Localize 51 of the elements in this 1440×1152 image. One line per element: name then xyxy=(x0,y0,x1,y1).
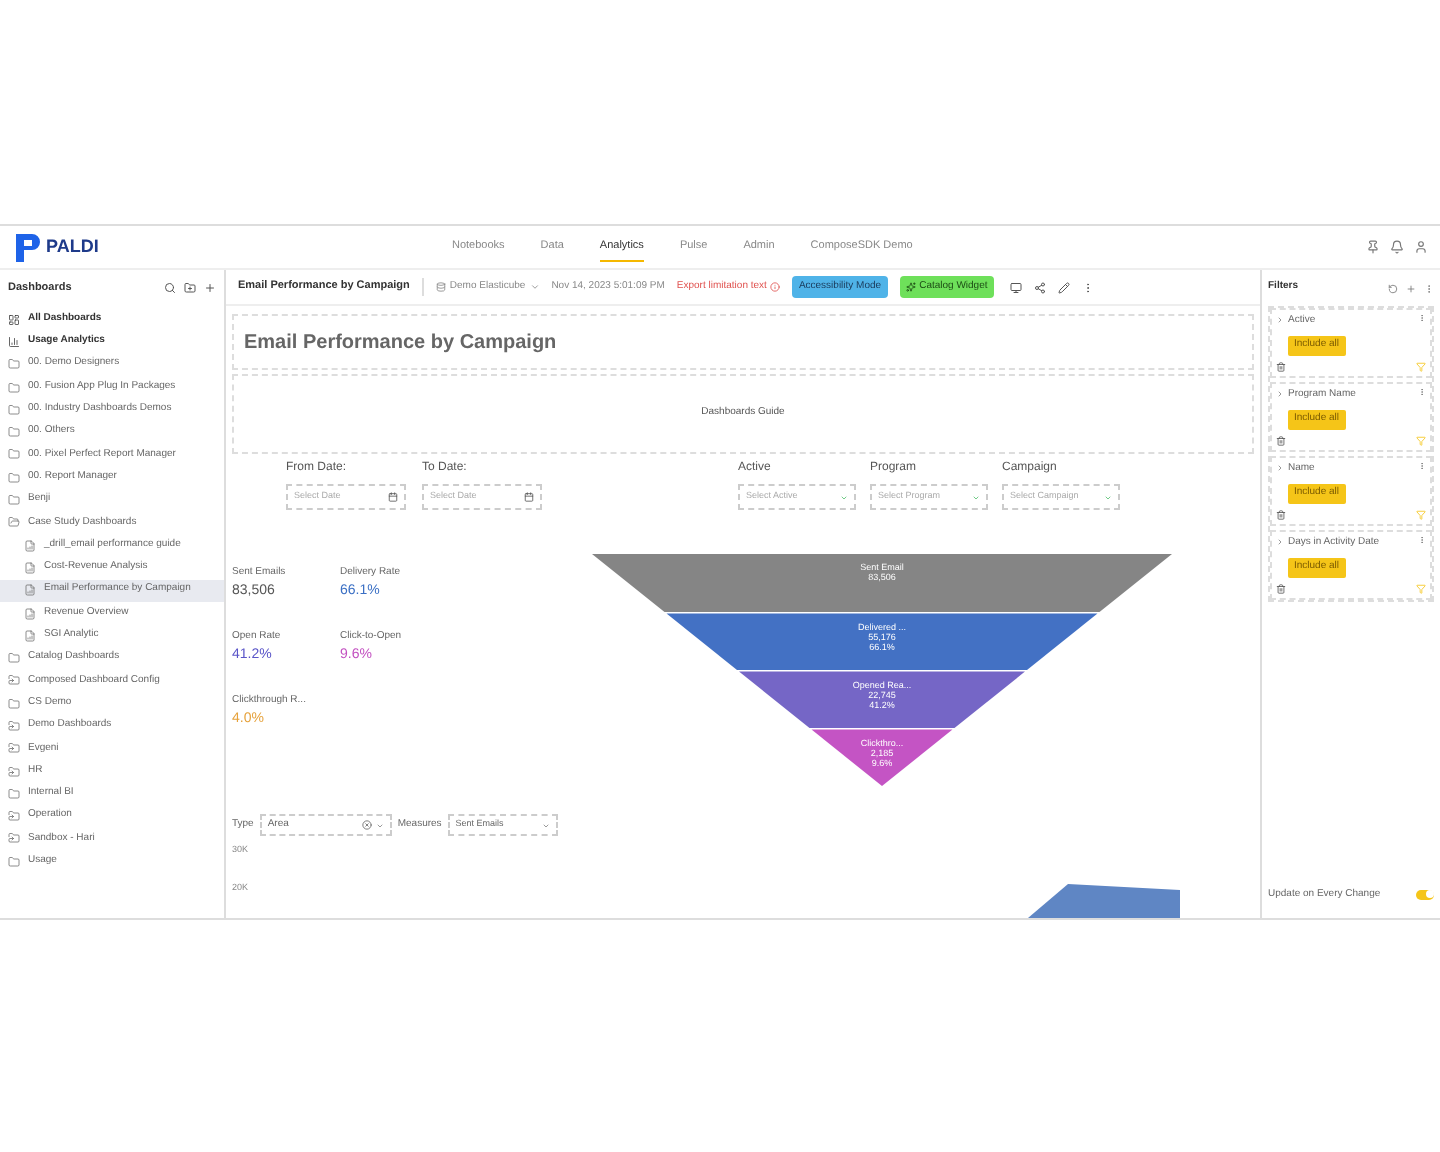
trash-icon[interactable] xyxy=(1276,584,1286,594)
clear-icon[interactable] xyxy=(361,820,372,830)
bell-icon[interactable] xyxy=(1390,240,1404,254)
logo-icon xyxy=(12,231,40,263)
report-icon xyxy=(24,561,36,574)
calendar-icon xyxy=(524,492,534,502)
shared-folder-icon xyxy=(8,765,20,778)
trash-icon[interactable] xyxy=(1276,436,1286,446)
share-icon[interactable] xyxy=(1033,281,1046,293)
folder-icon xyxy=(8,403,20,416)
folder-icon xyxy=(8,448,20,461)
report-icon xyxy=(24,584,36,597)
folder-icon xyxy=(8,787,20,800)
folder-icon xyxy=(8,358,20,371)
dashboard-title: Email Performance by Campaign xyxy=(244,329,557,357)
report-icon xyxy=(24,539,36,552)
shared-folder-icon xyxy=(8,810,20,823)
shared-folder-icon xyxy=(8,674,20,687)
shared-folder-icon xyxy=(8,719,20,732)
dashboard-icon xyxy=(8,313,20,326)
info-icon xyxy=(770,282,781,292)
add-icon[interactable] xyxy=(204,282,216,294)
folder-icon xyxy=(8,855,20,868)
shared-folder-icon xyxy=(8,742,20,755)
pin-icon[interactable] xyxy=(1366,240,1380,254)
add-icon[interactable] xyxy=(1406,283,1416,293)
caret-icon xyxy=(529,282,540,292)
search-icon[interactable] xyxy=(164,282,176,294)
new-folder-icon[interactable] xyxy=(184,282,196,294)
update-toggle[interactable] xyxy=(1416,889,1434,900)
sparkle-icon xyxy=(905,282,916,292)
user-icon[interactable] xyxy=(1414,240,1428,254)
folder-icon xyxy=(8,652,20,665)
folder-icon xyxy=(8,494,20,507)
folder-icon xyxy=(8,697,20,710)
shared-folder-icon xyxy=(8,832,20,845)
calendar-icon xyxy=(388,492,398,502)
report-icon xyxy=(24,629,36,642)
folder-icon xyxy=(8,471,20,484)
database-icon xyxy=(435,282,446,292)
reset-icon[interactable] xyxy=(1388,283,1398,293)
trash-icon[interactable] xyxy=(1276,362,1286,372)
trash-icon[interactable] xyxy=(1276,510,1286,520)
folder-icon xyxy=(8,426,20,439)
report-icon xyxy=(24,607,36,619)
chart-icon xyxy=(8,335,20,348)
monitor-icon[interactable] xyxy=(1009,281,1022,293)
edit-icon[interactable] xyxy=(1057,281,1070,293)
brand-name: PALDI xyxy=(46,233,99,260)
folder-icon xyxy=(8,381,20,394)
open-folder-icon xyxy=(8,516,20,529)
